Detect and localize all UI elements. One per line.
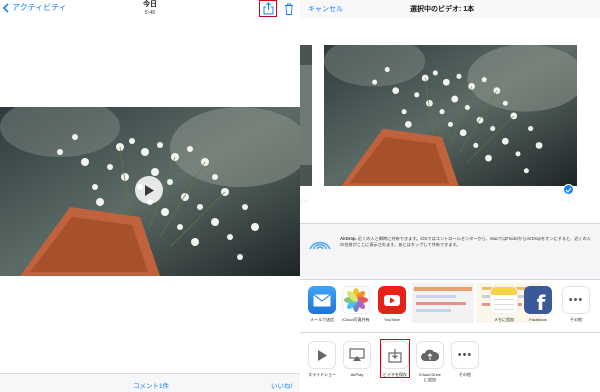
- play-icon: [308, 341, 336, 369]
- trash-icon: [285, 3, 293, 15]
- share-app-label: iCloud写真共有: [342, 317, 370, 322]
- like-button[interactable]: いいね!: [271, 380, 292, 390]
- action-label: AirPlay: [350, 372, 364, 377]
- back-label: アクティビティ: [12, 3, 67, 12]
- selected-video-thumbnail[interactable]: [324, 45, 577, 186]
- action-airplay[interactable]: AirPlay: [339, 341, 375, 377]
- more-icon: •••: [562, 286, 590, 314]
- duration-label: 0:19: [562, 198, 570, 203]
- share-app-more[interactable]: ••• その他: [558, 286, 594, 322]
- photos-icon: [342, 286, 370, 314]
- action-save-video[interactable]: ビデオを保存: [377, 341, 413, 377]
- action-label: ビデオを保存: [383, 372, 407, 377]
- share-app-label: YouTube: [384, 317, 400, 322]
- action-more[interactable]: ••• その他: [447, 341, 483, 377]
- action-slideshow[interactable]: スライドショー: [304, 341, 340, 377]
- share-app-label: メモに追加: [494, 317, 514, 322]
- share-app-facebook[interactable]: f Facebook: [520, 286, 556, 322]
- action-label: スライドショー: [308, 372, 336, 377]
- screenshot-root: アクティビティ 今日 5:46 コメント1件 いいね! キャンセル 選択中のビデ…: [0, 0, 600, 392]
- selection-area: 0:19 0:19: [300, 18, 600, 223]
- viewer-bottom-bar: コメント1件 いいね!: [0, 373, 300, 392]
- cancel-button[interactable]: キャンセル: [308, 4, 343, 14]
- facebook-icon: f: [524, 286, 552, 314]
- chevron-left-icon: [2, 2, 9, 13]
- edge-photo: [300, 45, 312, 186]
- airdrop-section: AirDrop. 近くの人と瞬時に共有できます。iOSではコントロールセンターか…: [300, 223, 600, 279]
- share-icon: [263, 2, 273, 15]
- share-app-icloud-photos[interactable]: iCloud写真共有: [338, 286, 374, 322]
- viewer-toolbar: アクティビティ 今日 5:46: [0, 0, 300, 18]
- airdrop-description: AirDrop. 近くの人と瞬時に共有できます。iOSではコントロールセンターか…: [340, 236, 595, 248]
- share-app-label: Facebook: [529, 317, 547, 322]
- edge-video-thumbnail[interactable]: [300, 45, 312, 186]
- share-app-youtube[interactable]: YouTube: [374, 286, 410, 322]
- more-icon: •••: [451, 341, 479, 369]
- share-app-label: メールで送信: [310, 317, 334, 322]
- play-button[interactable]: [135, 176, 163, 204]
- share-apps-row: メールで送信 iCloud写真共有 YouTube メモに追加 f Facebo…: [300, 279, 600, 332]
- notes-icon: [490, 286, 518, 314]
- share-sheet-pane: キャンセル 選択中のビデオ: 1本 0:19 0:19 AirDrop. 近くの…: [300, 0, 600, 392]
- icloud-drive-icon: [416, 341, 444, 369]
- selected-check-icon[interactable]: [563, 184, 574, 195]
- date-time: 今日 5:46: [120, 1, 180, 17]
- selected-flower-photo: [324, 45, 577, 186]
- date-label: 今日: [143, 1, 157, 8]
- action-icloud-drive[interactable]: iCloud Drive に追加: [412, 341, 448, 382]
- airplay-icon: [343, 341, 371, 369]
- save-video-icon: [381, 341, 409, 369]
- share-app-label: その他: [570, 317, 582, 322]
- airdrop-icon: [309, 241, 331, 250]
- share-sheet-header: キャンセル 選択中のビデオ: 1本: [300, 0, 600, 18]
- action-label: その他: [459, 372, 471, 377]
- comment-button[interactable]: コメント1件: [133, 380, 169, 390]
- share-button[interactable]: [259, 0, 277, 17]
- edge-duration-label: 0:19: [300, 198, 308, 203]
- trash-button[interactable]: [282, 1, 296, 16]
- sheet-title: 選択中のビデオ: 1本: [410, 6, 475, 13]
- youtube-icon: [378, 286, 406, 314]
- play-icon: [145, 184, 154, 196]
- share-actions-row: スライドショー AirPlay ビデオを保存 iCloud Drive に追加: [300, 332, 600, 392]
- photos-viewer-pane: アクティビティ 今日 5:46 コメント1件 いいね!: [0, 0, 300, 392]
- time-label: 5:46: [144, 10, 156, 16]
- share-app-notes[interactable]: メモに追加: [486, 286, 522, 322]
- mail-icon: [308, 286, 336, 314]
- airdrop-body: 近くの人と瞬時に共有できます。iOSではコントロールセンターから、MacではFi…: [340, 236, 591, 247]
- action-label: iCloud Drive に追加: [419, 372, 441, 382]
- airdrop-title: AirDrop.: [340, 236, 357, 241]
- share-app-mail[interactable]: メールで送信: [304, 286, 340, 322]
- back-button[interactable]: アクティビティ: [2, 2, 67, 13]
